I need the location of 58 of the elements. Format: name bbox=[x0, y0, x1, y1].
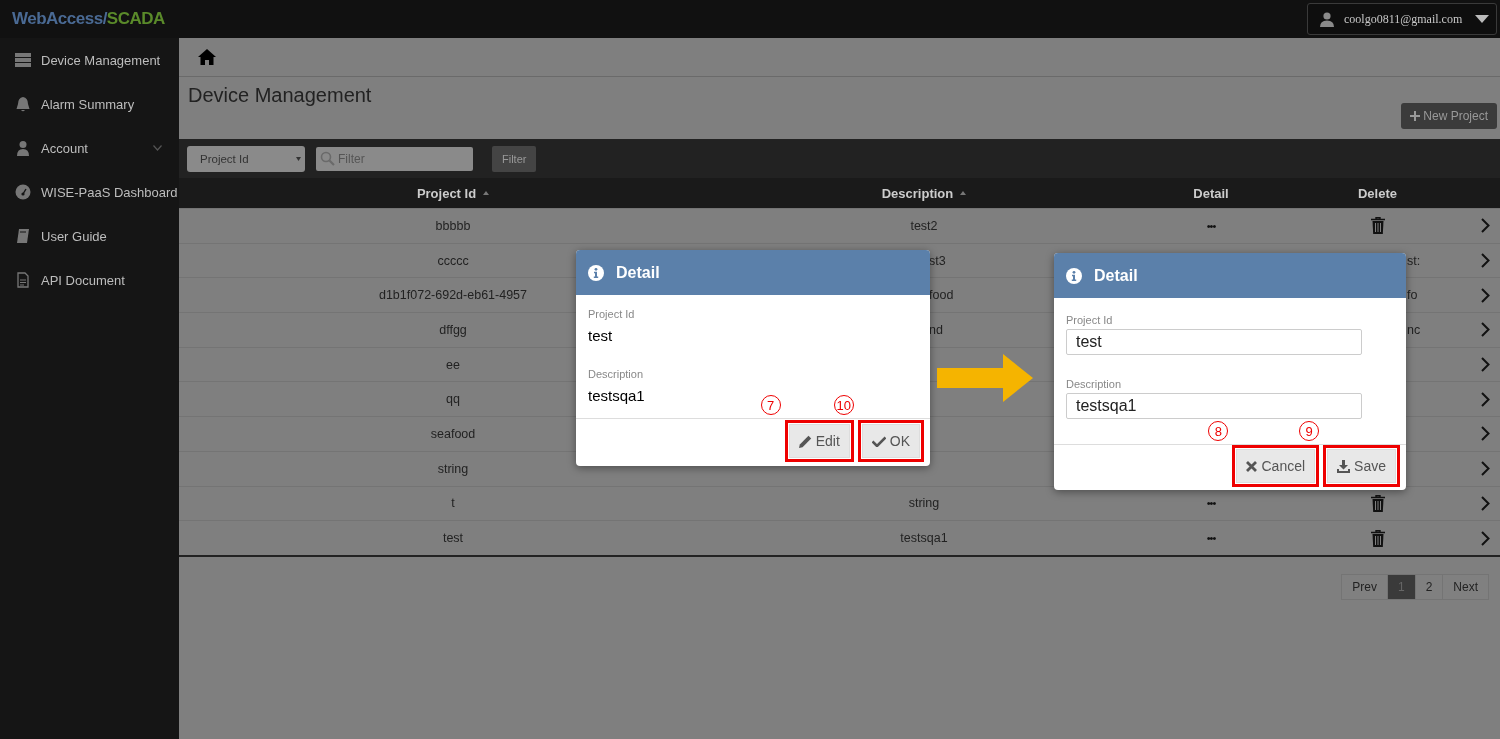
new-project-button[interactable]: New Project bbox=[1401, 103, 1497, 129]
user-menu[interactable]: coolgo0811@gmail.com bbox=[1307, 3, 1497, 35]
sidebar-item[interactable]: Account bbox=[0, 126, 179, 170]
field-label: Project Id bbox=[1066, 314, 1114, 326]
filter-button[interactable]: Filter bbox=[492, 145, 537, 172]
table-cell: st: bbox=[1407, 253, 1421, 268]
page-button[interactable]: Next bbox=[1442, 573, 1489, 600]
table-cell: nd bbox=[929, 322, 943, 337]
table-cell: fo bbox=[1407, 288, 1418, 303]
step-number: 9 bbox=[1299, 421, 1320, 441]
column-header: Delete bbox=[1357, 185, 1398, 201]
sidebar-item[interactable]: Alarm Summary bbox=[0, 82, 179, 126]
text-input[interactable]: test bbox=[1066, 329, 1362, 355]
field-value: test bbox=[588, 327, 614, 344]
table-cell: ee bbox=[446, 357, 460, 372]
field-label: Description bbox=[1066, 378, 1123, 390]
sidebar-item[interactable]: API Document bbox=[0, 258, 179, 302]
column-header: Detail bbox=[1192, 185, 1230, 201]
dialog-button[interactable]: Edit bbox=[788, 424, 850, 458]
text-input[interactable]: testsqa1 bbox=[1066, 393, 1362, 419]
dialog-button[interactable]: OK bbox=[861, 424, 920, 458]
field-label: Project Id bbox=[588, 308, 636, 320]
table-cell: test2 bbox=[910, 218, 938, 233]
sidebar-item[interactable]: User Guide bbox=[0, 214, 179, 258]
logo: WebAccess/SCADA bbox=[12, 9, 165, 29]
table-cell: test bbox=[442, 531, 464, 546]
column-header[interactable]: Description bbox=[727, 185, 1121, 201]
column-header[interactable]: Project Id bbox=[179, 185, 727, 201]
detail-button[interactable]: ••• bbox=[1206, 532, 1216, 545]
table-cell: bbbbb bbox=[435, 218, 471, 233]
page-title: Device Management bbox=[188, 84, 372, 108]
table-cell: string bbox=[908, 496, 940, 511]
dialog-title: Detail bbox=[1094, 266, 1138, 285]
page-button[interactable]: Prev bbox=[1341, 573, 1388, 600]
field-label: Description bbox=[588, 368, 645, 380]
table-cell: ccccc bbox=[437, 253, 469, 268]
sidebar-item[interactable]: Device Management bbox=[0, 38, 179, 82]
dialog-title: Detail bbox=[616, 263, 660, 282]
table-cell: dffgg bbox=[439, 322, 467, 337]
table-cell: t bbox=[451, 496, 455, 511]
table-cell: qq bbox=[446, 392, 460, 407]
detail-button[interactable]: ••• bbox=[1206, 497, 1216, 510]
table-cell: string bbox=[437, 461, 469, 476]
table-cell: nc bbox=[1407, 322, 1421, 337]
dialog-button[interactable]: Cancel bbox=[1236, 449, 1316, 483]
step-number: 10 bbox=[833, 395, 854, 415]
step-number: 7 bbox=[760, 395, 781, 415]
field-value: testsqa1 bbox=[588, 387, 646, 404]
detail-button[interactable]: ••• bbox=[1206, 219, 1216, 232]
step-number: 8 bbox=[1208, 421, 1229, 441]
table-cell: testsqa1 bbox=[900, 531, 948, 546]
field-dropdown[interactable]: Project Id bbox=[187, 145, 305, 172]
table-cell: d1b1f072-692d-eb61-4957 bbox=[378, 288, 527, 303]
table-cell: st3 bbox=[929, 253, 946, 268]
table-cell: seafood bbox=[430, 426, 476, 441]
table-cell: food bbox=[929, 288, 954, 303]
sidebar-item[interactable]: WISE-PaaS Dashboard bbox=[0, 170, 179, 214]
dialog-button[interactable]: Save bbox=[1327, 449, 1396, 483]
